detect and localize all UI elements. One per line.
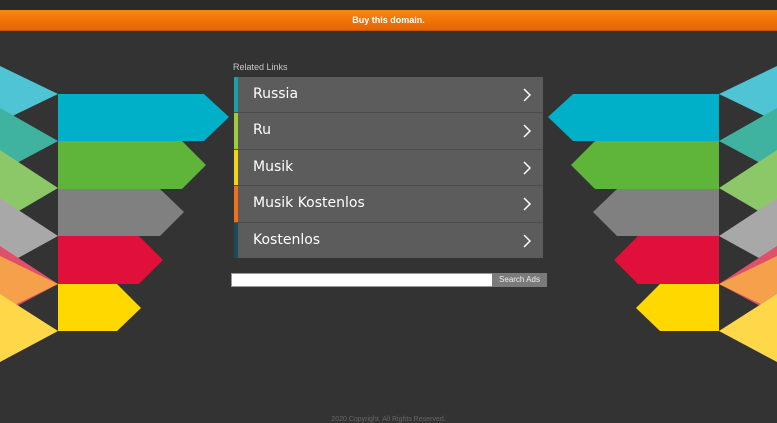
chevron-right-icon [523,197,532,211]
related-link-label: Kostenlos [253,231,321,248]
footer-copyright: 2020 Copyright. All Rights Reserved. [331,416,446,423]
related-link-russia[interactable]: Russia [234,77,543,114]
related-link-label: Musik [253,158,294,175]
chevron-right-icon [523,88,532,102]
chevron-right-icon [523,124,532,138]
accent-stripe [234,149,238,186]
buy-domain-link[interactable]: Buy this domain. [352,15,425,25]
left-decoration [0,66,229,362]
related-links-heading: Related Links [233,62,288,72]
related-links-list: Russia Ru Musik Musik Kostenlos Kostenlo… [234,77,543,258]
accent-stripe [234,113,238,149]
related-link-label: Musik Kostenlos [253,195,365,212]
related-link-ru[interactable]: Ru [234,113,543,150]
related-link-musik-kostenlos[interactable]: Musik Kostenlos [234,186,543,223]
search-ads-button[interactable]: Search Ads [492,273,547,287]
accent-stripe [234,186,238,222]
chevron-right-icon [523,161,532,175]
related-link-musik[interactable]: Musik [234,149,543,187]
accent-stripe [234,77,238,113]
accent-stripe [234,222,238,258]
related-link-label: Ru [253,122,271,139]
search-input[interactable] [231,273,494,287]
related-link-kostenlos[interactable]: Kostenlos [234,222,543,258]
chevron-right-icon [523,234,532,248]
related-link-label: Russia [253,86,299,102]
